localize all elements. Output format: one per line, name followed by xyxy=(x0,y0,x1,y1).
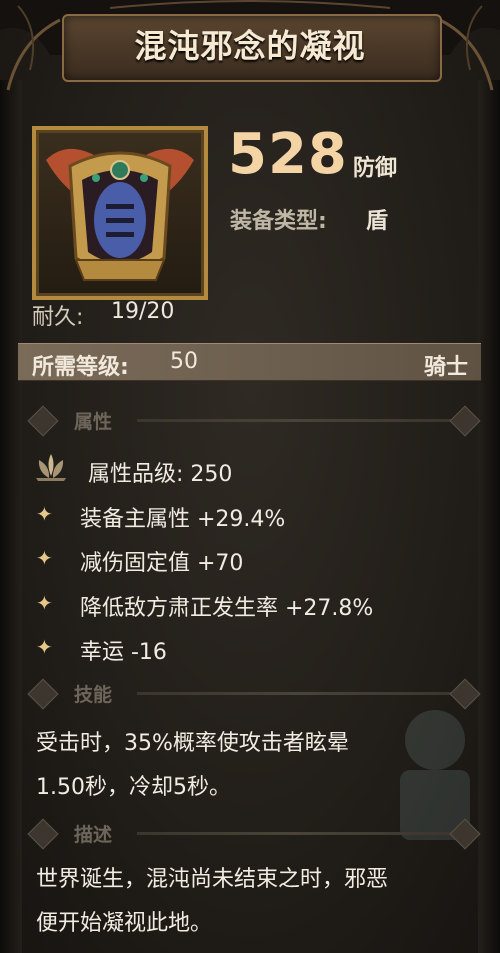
attribute-line: 幸运 -16 xyxy=(80,640,167,665)
section-divider xyxy=(137,832,454,835)
section-title-skill: 技能 xyxy=(74,684,113,706)
diamond-bullet-icon xyxy=(27,818,59,850)
attribute-grade: 属性品级: 250 xyxy=(88,462,233,487)
shield-icon xyxy=(46,148,194,281)
defense-value: 528 xyxy=(228,122,348,187)
diamond-bullet-icon xyxy=(27,405,59,437)
frame-left xyxy=(0,80,22,953)
section-divider xyxy=(137,692,454,695)
diamond-end-icon xyxy=(449,678,481,710)
item-tooltip-card: 混沌邪念的凝视 528 防御 装备类型: 盾 耐久: 19/20 所需等级: 5… xyxy=(0,0,500,953)
item-title: 混沌邪念的凝视 xyxy=(134,27,366,65)
required-level-value: 50 xyxy=(170,349,198,374)
attribute-line: 装备主属性 +29.4% xyxy=(80,507,286,532)
durability-label: 耐久: xyxy=(32,305,84,330)
section-header-description: 描述 xyxy=(27,818,484,850)
skill-text: 受击时，35%概率使攻击者眩晕 1.50秒，冷却5秒。 xyxy=(36,722,466,810)
durability-value: 19/20 xyxy=(111,299,175,324)
equip-type-label: 装备类型: xyxy=(230,209,327,234)
section-header-attributes: 属性 xyxy=(27,405,484,437)
diamond-end-icon xyxy=(449,818,481,850)
defense-label: 防御 xyxy=(353,156,398,181)
required-class: 骑士 xyxy=(423,355,468,380)
description-line: 便开始凝视此地。 xyxy=(36,911,213,936)
sparkle-icon: ✦ xyxy=(36,635,53,659)
equip-type-value: 盾 xyxy=(366,209,389,234)
skill-line: 1.50秒，冷却5秒。 xyxy=(36,775,231,800)
diamond-bullet-icon xyxy=(27,678,59,710)
attribute-line: 降低敌方肃正发生率 +27.8% xyxy=(80,596,374,621)
sparkle-icon: ✦ xyxy=(36,546,53,570)
lotus-grade-icon xyxy=(36,454,66,481)
section-title-attributes: 属性 xyxy=(74,411,113,433)
required-level-label: 所需等级: xyxy=(32,355,129,380)
item-icon-frame xyxy=(32,126,208,300)
sparkle-icon: ✦ xyxy=(36,502,53,526)
section-title-description: 描述 xyxy=(74,824,113,846)
description-text: 世界诞生，混沌尚未结束之时，邪恶 便开始凝视此地。 xyxy=(36,858,466,946)
attribute-line: 减伤固定值 +70 xyxy=(80,551,244,576)
description-line: 世界诞生，混沌尚未结束之时，邪恶 xyxy=(36,867,389,892)
section-header-skill: 技能 xyxy=(27,678,484,710)
diamond-end-icon xyxy=(449,405,481,437)
sparkle-icon: ✦ xyxy=(36,591,53,615)
section-divider xyxy=(137,419,454,422)
skill-line: 受击时，35%概率使攻击者眩晕 xyxy=(36,731,349,756)
